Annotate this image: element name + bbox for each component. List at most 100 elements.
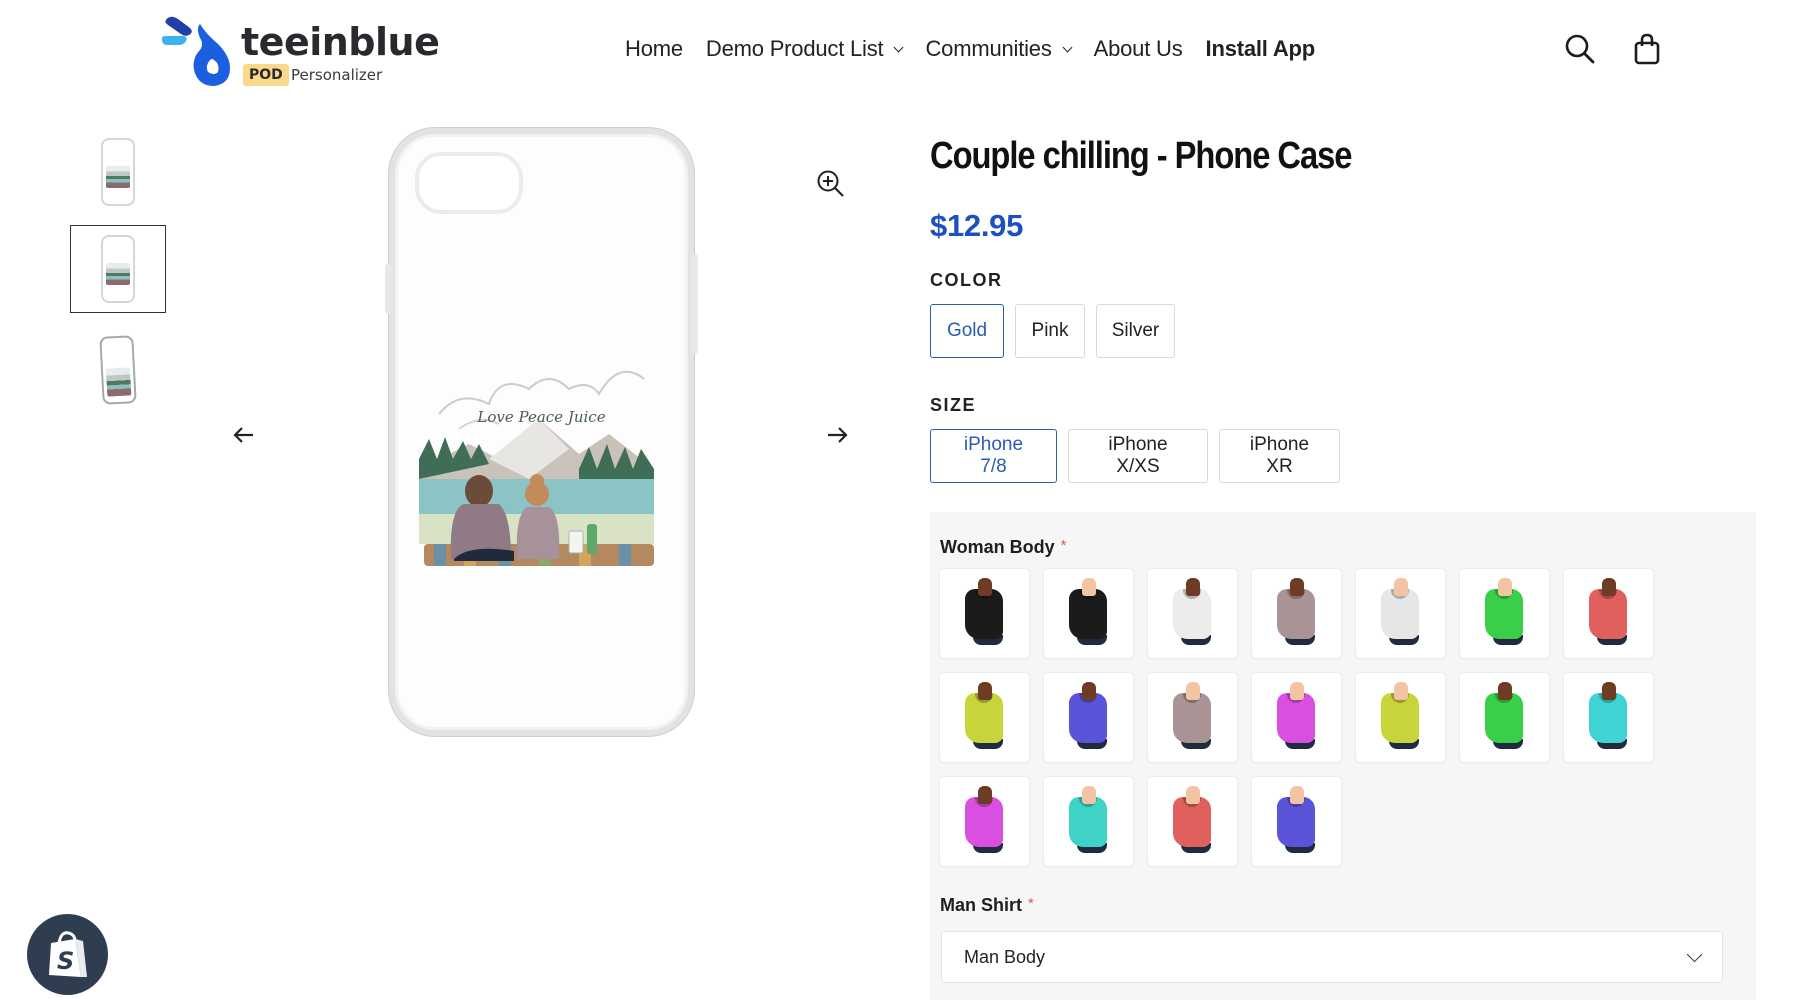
swatch-shirt bbox=[1277, 589, 1315, 639]
thumbnail-3[interactable] bbox=[70, 326, 166, 414]
swatch-shirt bbox=[1069, 797, 1107, 847]
case-side-button bbox=[385, 264, 392, 314]
thumbnail-1[interactable] bbox=[70, 128, 166, 216]
nav-demo-product-list-label: Demo Product List bbox=[705, 36, 884, 61]
required-mark: * bbox=[1028, 895, 1034, 912]
woman-body-swatch[interactable] bbox=[1148, 569, 1237, 658]
chevron-down-icon bbox=[1686, 946, 1703, 962]
swatch-skin bbox=[1186, 682, 1200, 700]
required-mark: * bbox=[1060, 537, 1067, 554]
woman-body-swatch[interactable] bbox=[1044, 673, 1133, 762]
swatch-skin bbox=[1394, 682, 1408, 700]
woman-body-swatch[interactable] bbox=[1564, 673, 1653, 762]
woman-body-swatch[interactable] bbox=[940, 569, 1029, 658]
woman-body-swatch[interactable] bbox=[940, 777, 1029, 866]
zoom-in-icon bbox=[817, 170, 844, 197]
nav-install-app[interactable]: Install App bbox=[1206, 36, 1316, 62]
thumbnail-image bbox=[99, 335, 137, 405]
swatch-shirt bbox=[1173, 797, 1211, 847]
woman-body-swatches bbox=[940, 569, 1653, 866]
woman-body-label-text: Woman Body bbox=[940, 537, 1055, 557]
swatch-shirt bbox=[1381, 693, 1419, 743]
swatch-skin bbox=[1082, 682, 1096, 700]
swatch-shirt bbox=[965, 797, 1003, 847]
swatch-skin bbox=[1498, 578, 1512, 596]
zoom-image-button[interactable] bbox=[815, 168, 847, 200]
shopify-bag-icon: S bbox=[48, 930, 87, 977]
woman-body-swatch[interactable] bbox=[1356, 569, 1445, 658]
woman-body-swatch[interactable] bbox=[1460, 569, 1549, 658]
swatch-shirt bbox=[1277, 797, 1315, 847]
swatch-skin bbox=[1186, 786, 1200, 804]
woman-body-swatch[interactable] bbox=[1252, 569, 1341, 658]
nav-about-us[interactable]: About Us bbox=[1094, 36, 1183, 62]
previous-image-button[interactable] bbox=[229, 420, 259, 450]
size-iphone-7-8-button[interactable]: iPhone 7/8 bbox=[930, 429, 1057, 483]
woman-body-swatch[interactable] bbox=[1252, 777, 1341, 866]
chevron-down-icon bbox=[1062, 42, 1073, 52]
size-iphone-xr-button[interactable]: iPhone XR bbox=[1219, 429, 1340, 483]
nav-communities[interactable]: Communities bbox=[925, 36, 1073, 62]
swatch-skin bbox=[1082, 786, 1096, 804]
main-product-image[interactable]: Love Peace Juice bbox=[385, 128, 698, 736]
nav-communities-label: Communities bbox=[925, 36, 1052, 61]
size-options: iPhone 7/8 iPhone X/XS iPhone XR bbox=[930, 429, 1340, 483]
woman-body-swatch[interactable] bbox=[1460, 673, 1549, 762]
swatch-skin bbox=[1394, 578, 1408, 596]
swatch-skin bbox=[1290, 578, 1304, 596]
woman-body-swatch[interactable] bbox=[1148, 673, 1237, 762]
swatch-skin bbox=[1602, 682, 1616, 700]
color-gold-button[interactable]: Gold bbox=[930, 304, 1004, 358]
shopify-button[interactable]: S bbox=[27, 914, 108, 995]
search-button[interactable] bbox=[1563, 32, 1597, 66]
swatch-skin bbox=[1602, 578, 1616, 596]
cart-button[interactable] bbox=[1630, 32, 1664, 66]
woman-body-swatch[interactable] bbox=[1044, 777, 1133, 866]
color-silver-button[interactable]: Silver bbox=[1096, 304, 1175, 358]
size-iphone-x-xs-button[interactable]: iPhone X/XS bbox=[1068, 429, 1208, 483]
man-shirt-label: Man Shirt * bbox=[940, 895, 1034, 916]
color-option-label: COLOR bbox=[930, 270, 1003, 290]
man-shirt-selected-value: Man Body bbox=[964, 946, 1046, 967]
next-image-button[interactable] bbox=[822, 420, 852, 450]
swatch-skin bbox=[1186, 578, 1200, 596]
thumbnail-2-selected[interactable] bbox=[70, 225, 166, 313]
color-options: Gold Pink Silver bbox=[930, 304, 1175, 358]
product-price: $12.95 bbox=[930, 208, 1024, 243]
case-side-button bbox=[691, 254, 698, 354]
nav-home[interactable]: Home bbox=[625, 36, 683, 62]
thumbnail-image bbox=[101, 138, 135, 206]
arrow-left-icon bbox=[233, 427, 253, 443]
swatch-skin bbox=[1290, 682, 1304, 700]
swatch-skin bbox=[978, 682, 992, 700]
svg-text:S: S bbox=[57, 947, 74, 975]
pod-badge: POD bbox=[243, 64, 289, 86]
shopping-bag-icon bbox=[1634, 33, 1660, 65]
woman-body-swatch[interactable] bbox=[940, 673, 1029, 762]
nav-home-label: Home bbox=[625, 36, 683, 61]
swatch-shirt bbox=[1277, 693, 1315, 743]
swatch-skin bbox=[1290, 786, 1304, 804]
swatch-shirt bbox=[1485, 589, 1523, 639]
swatch-shirt bbox=[1381, 589, 1419, 639]
nav-demo-product-list[interactable]: Demo Product List bbox=[705, 36, 904, 62]
woman-body-swatch[interactable] bbox=[1564, 569, 1653, 658]
case-camera-cutout bbox=[415, 152, 523, 214]
woman-body-swatch[interactable] bbox=[1148, 777, 1237, 866]
brand-tagline: Personalizer bbox=[291, 66, 383, 84]
chevron-down-icon bbox=[894, 42, 904, 52]
man-shirt-select[interactable]: Man Body bbox=[941, 931, 1723, 983]
woman-body-swatch[interactable] bbox=[1044, 569, 1133, 658]
woman-body-swatch[interactable] bbox=[1356, 673, 1445, 762]
artwork-caption: Love Peace Juice bbox=[477, 408, 606, 426]
color-pink-button[interactable]: Pink bbox=[1015, 304, 1085, 358]
swatch-skin bbox=[978, 578, 992, 596]
swatch-shirt bbox=[965, 693, 1003, 743]
swatch-skin bbox=[978, 786, 992, 804]
size-option-label: SIZE bbox=[930, 395, 977, 415]
woman-body-swatch[interactable] bbox=[1252, 673, 1341, 762]
swatch-shirt bbox=[1173, 589, 1211, 639]
brand-logo[interactable]: teeinblue POD Personalizer bbox=[160, 14, 440, 90]
arrow-right-icon bbox=[828, 427, 848, 443]
thumbnail-image bbox=[101, 235, 135, 303]
